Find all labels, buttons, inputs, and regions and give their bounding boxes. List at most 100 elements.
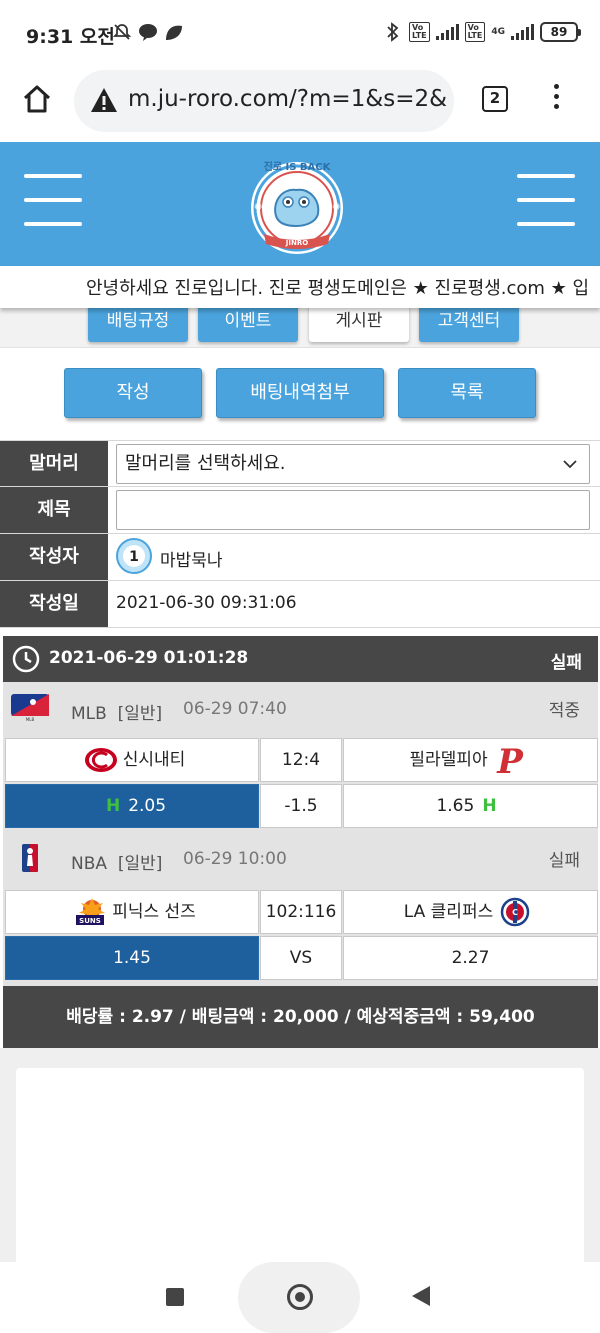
league-name: NBA [일반]: [71, 854, 163, 874]
reds-logo-icon: [84, 748, 117, 772]
svg-text:SUNS: SUNS: [79, 917, 101, 925]
handicap-mark: H: [105, 796, 121, 816]
home-circle-icon[interactable]: [287, 1284, 313, 1310]
game-header: NBA [일반] 06-29 10:00 실패: [3, 834, 598, 884]
bet-result: 실패: [550, 653, 582, 673]
board-nav: 배팅규정 이벤트 게시판 고객센터: [0, 308, 600, 348]
address-bar[interactable]: m.ju-roro.com/?m=1&s=2&x=: [74, 70, 454, 132]
game-result: 실패: [548, 851, 580, 871]
notice-marquee: 안녕하세요 진로입니다. 진로 평생도메인은 ★ 진로평생.com ★ 입: [0, 266, 600, 308]
away-odds-cell[interactable]: 2.27: [343, 936, 598, 980]
away-odds-cell[interactable]: 1.65 H: [343, 784, 598, 828]
volte-icon: Vo LTE: [408, 22, 430, 42]
away-team-name: 필라델피아: [409, 750, 488, 770]
clock-icon: [12, 645, 40, 673]
svg-text:MLB: MLB: [26, 717, 35, 722]
post-form: 말머리 말머리를 선택하세요. 제목 작성자 1 마밥묵나 작성일 2021-0…: [0, 440, 600, 628]
svg-text:✺: ✺: [332, 202, 340, 213]
logo-bottom-text: JINRO: [285, 239, 308, 247]
away-team-name: LA 클리퍼스: [403, 902, 494, 922]
back-icon[interactable]: [412, 1286, 430, 1306]
author-name: 마밥묵나: [160, 551, 223, 571]
recents-icon[interactable]: [166, 1288, 184, 1306]
title-input[interactable]: [116, 490, 590, 530]
talk-icon: [138, 22, 158, 42]
svg-text:C: C: [512, 908, 518, 917]
chevron-down-icon: [563, 460, 577, 469]
network-type: 4G: [491, 27, 505, 37]
home-odds-cell[interactable]: 1.45: [5, 936, 259, 980]
prefix-label: 말머리: [0, 441, 108, 486]
url-text[interactable]: m.ju-roro.com/?m=1&s=2&x=: [128, 86, 448, 112]
tab-switcher-button[interactable]: 2: [482, 86, 508, 112]
status-time: 9:31 오전: [26, 26, 115, 48]
bet-summary: 배당률 : 2.97 / 배팅금액 : 20,000 / 예상적중금액 : 59…: [3, 986, 598, 1048]
bet-datetime: 2021-06-29 01:01:28: [49, 648, 249, 668]
handicap-mark-away: H: [482, 796, 497, 816]
prefix-select[interactable]: 말머리를 선택하세요.: [116, 444, 590, 484]
chat-icon: [164, 22, 184, 42]
svg-text:✺: ✺: [254, 202, 262, 213]
nba-logo-icon: [22, 844, 38, 872]
score-cell: 12:4: [260, 738, 342, 782]
bluetooth-icon: [383, 22, 403, 42]
prefix-select-value: 말머리를 선택하세요.: [125, 453, 286, 474]
away-team-cell: 필라델피아 P: [343, 738, 598, 782]
clippers-logo-icon: C: [500, 897, 530, 927]
home-team-name: 피닉스 선즈: [112, 902, 196, 922]
site-header: JINRO 진로 IS BACK ✺ ✺: [0, 142, 600, 266]
home-odds: 2.05: [128, 796, 167, 816]
form-row-title: 제목: [0, 487, 600, 534]
game-time: 06-29 10:00: [183, 849, 287, 869]
overflow-menu-icon[interactable]: [551, 84, 561, 114]
author-level: 1: [129, 549, 139, 565]
signal-icon-2: [511, 24, 534, 40]
score-cell: 102:116: [260, 890, 342, 934]
tab-events[interactable]: 이벤트: [198, 308, 298, 342]
list-button[interactable]: 목록: [398, 368, 536, 418]
bet-slip-header: 2021-06-29 01:01:28 실패: [3, 636, 598, 682]
date-value: 2021-06-30 09:31:06: [116, 593, 297, 613]
logo-top-text: 진로 IS BACK: [264, 160, 332, 173]
home-team-cell: SUNS 피닉스 선즈: [5, 890, 259, 934]
form-row-date: 작성일 2021-06-30 09:31:06: [0, 581, 600, 628]
title-label: 제목: [0, 487, 108, 533]
screen: 9:31 오전 Vo LTE Vo LTE 4G 89 m.ju-roro.co…: [0, 0, 600, 1333]
home-icon[interactable]: [22, 84, 52, 114]
suns-logo-icon: SUNS: [76, 898, 106, 925]
phillies-logo-icon: P: [496, 745, 524, 775]
site-logo[interactable]: JINRO 진로 IS BACK ✺ ✺: [238, 150, 356, 258]
tab-board[interactable]: 게시판: [309, 308, 409, 342]
alarm-off-icon: [112, 22, 132, 42]
line-cell[interactable]: VS: [260, 936, 342, 980]
game-result: 적중: [548, 701, 580, 721]
game-time: 06-29 07:40: [183, 699, 287, 719]
marquee-text: 안녕하세요 진로입니다. 진로 평생도메인은 ★ 진로평생.com ★ 입: [86, 278, 590, 299]
svg-text:P: P: [496, 745, 524, 775]
line-cell[interactable]: -1.5: [260, 784, 342, 828]
write-button[interactable]: 작성: [64, 368, 202, 418]
browser-toolbar: m.ju-roro.com/?m=1&s=2&x= 2: [0, 66, 600, 142]
bet-slip: 2021-06-29 01:01:28 실패 MLB MLB [일반] 06-2…: [3, 636, 598, 1048]
notification-icons: [112, 22, 184, 42]
volte-icon-2: Vo LTE: [464, 22, 486, 42]
warning-icon[interactable]: [90, 87, 118, 113]
menu-icon-right[interactable]: [517, 174, 575, 226]
system-icons: Vo LTE Vo LTE 4G 89: [383, 22, 581, 42]
home-team-cell: 신시내티: [5, 738, 259, 782]
form-row-author: 작성자 1 마밥묵나: [0, 534, 600, 581]
away-odds: 1.65: [436, 796, 475, 816]
home-odds-cell[interactable]: H 2.05: [5, 784, 259, 828]
mlb-logo-icon: MLB: [11, 694, 49, 722]
tab-betting-rules[interactable]: 배팅규정: [88, 308, 188, 342]
date-label: 작성일: [0, 581, 108, 627]
tab-customer-center[interactable]: 고객센터: [419, 308, 519, 342]
content-editor-area: [0, 1048, 600, 1268]
battery-icon: 89: [540, 22, 581, 42]
content-editor[interactable]: [16, 1068, 584, 1268]
form-row-prefix: 말머리 말머리를 선택하세요.: [0, 440, 600, 487]
attach-bets-button[interactable]: 배팅내역첨부: [216, 368, 384, 418]
status-bar: 9:31 오전 Vo LTE Vo LTE 4G 89: [0, 0, 600, 66]
away-team-cell: LA 클리퍼스 C: [343, 890, 598, 934]
menu-icon-left[interactable]: [24, 174, 82, 226]
